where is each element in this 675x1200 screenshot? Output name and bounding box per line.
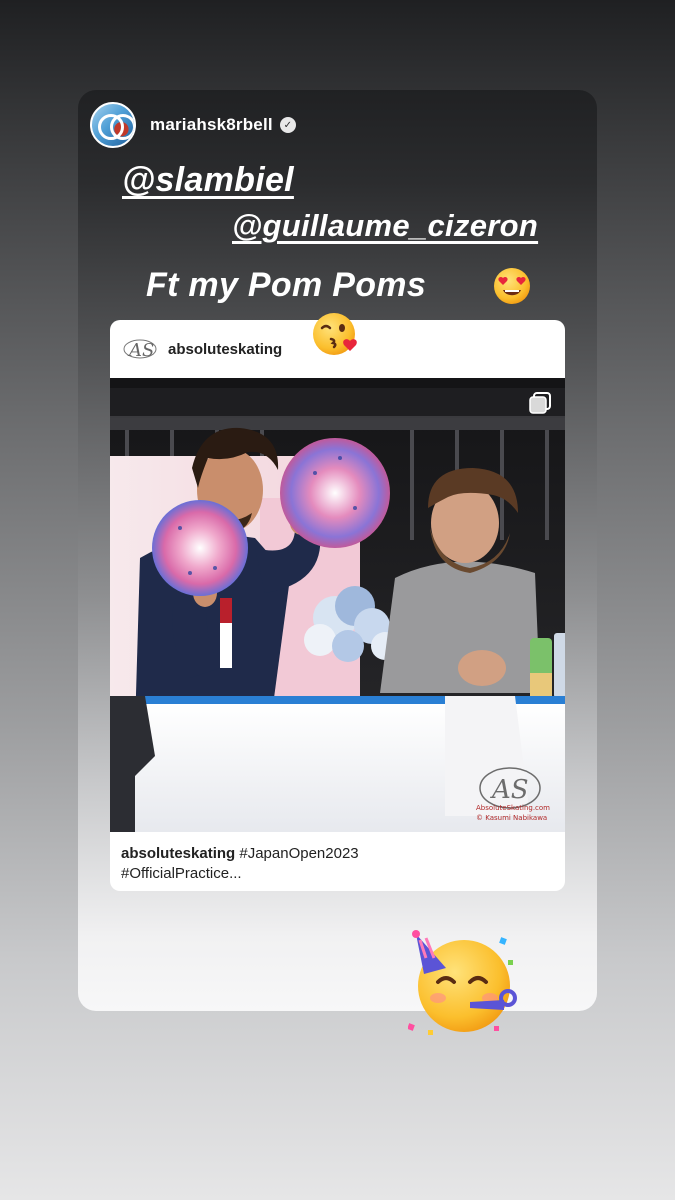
story-header: mariahsk8rbell ✓: [90, 102, 296, 148]
shared-post-card[interactable]: AS absoluteskating AS AbsoluteSkating.co…: [110, 320, 565, 891]
story-caption: Ft my Pom Poms: [146, 266, 427, 304]
mention-slambiel[interactable]: @slambiel: [122, 161, 294, 200]
post-caption: absoluteskating #JapanOpen2023 #Official…: [121, 844, 551, 884]
carousel-icon: [529, 392, 551, 414]
blowing-kiss-emoji-icon: [313, 313, 357, 355]
partying-face-emoji-icon: [408, 930, 517, 1035]
watermark-credit: © Kasumi Nabikawa: [476, 814, 547, 822]
post-caption-hashtag-1[interactable]: #JapanOpen2023: [235, 845, 358, 862]
story-username[interactable]: mariahsk8rbell: [150, 115, 273, 135]
svg-text:AS: AS: [127, 340, 154, 361]
heart-eyes-emoji-icon: [494, 268, 530, 304]
watermark-site: AbsoluteSkating.com: [476, 804, 550, 812]
avatar[interactable]: [90, 102, 136, 148]
mention-guillaume-cizeron[interactable]: @guillaume_cizeron: [232, 208, 538, 244]
post-account-name[interactable]: absoluteskating: [168, 341, 282, 358]
post-caption-hashtag-2[interactable]: #OfficialPractice...: [121, 864, 551, 884]
verified-badge-icon: ✓: [279, 117, 296, 133]
svg-text:AS: AS: [490, 775, 529, 805]
post-photo: AS AbsoluteSkating.com © Kasumi Nabikawa: [110, 378, 565, 832]
post-caption-account[interactable]: absoluteskating: [121, 845, 235, 862]
absoluteskating-logo: AS: [122, 336, 158, 362]
